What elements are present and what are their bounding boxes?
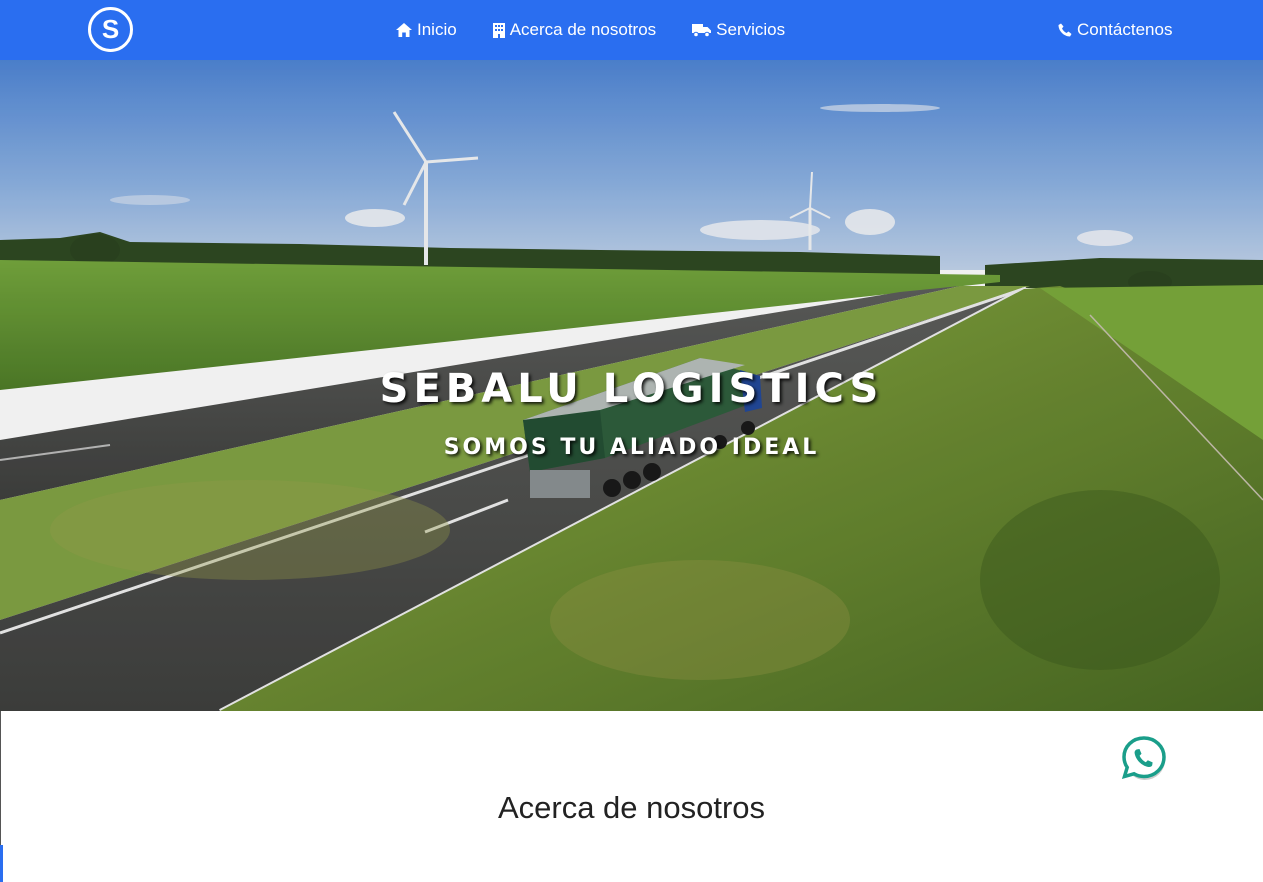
nav-item-acerca[interactable]: Acerca de nosotros <box>492 20 657 40</box>
nav-item-inicio[interactable]: Inicio <box>396 20 457 40</box>
nav-item-servicios[interactable]: Servicios <box>692 20 785 40</box>
top-navbar: S Inicio Acerca de nosotros Servicios Co… <box>0 0 1263 60</box>
main-nav: Inicio Acerca de nosotros Servicios <box>396 0 785 60</box>
whatsapp-icon <box>1121 736 1166 780</box>
phone-icon <box>1058 23 1072 37</box>
nav-item-label: Inicio <box>417 20 457 39</box>
nav-item-label: Servicios <box>716 20 786 39</box>
home-icon <box>396 23 412 37</box>
page-left-accent <box>0 845 3 882</box>
nav-item-label: Acerca de nosotros <box>509 20 657 39</box>
whatsapp-button[interactable] <box>1120 734 1168 782</box>
logo-icon: S <box>88 7 133 52</box>
truck-icon <box>692 24 712 37</box>
page: S Inicio Acerca de nosotros Servicios Co… <box>0 0 1263 882</box>
logo-letter: S <box>102 14 119 44</box>
building-icon <box>492 22 505 38</box>
hero-title: SEBALU LOGISTICS <box>379 366 884 412</box>
nav-item-contactenos[interactable]: Contáctenos <box>1058 0 1172 60</box>
about-section-title: Acerca de nosotros <box>497 790 766 825</box>
brand-logo[interactable]: S <box>87 6 134 53</box>
hero-banner: SEBALU LOGISTICS SOMOS TU ALIADO IDEAL <box>0 60 1263 711</box>
nav-contact-label: Contáctenos <box>1077 20 1173 39</box>
hero-subtitle: SOMOS TU ALIADO IDEAL <box>443 435 820 460</box>
